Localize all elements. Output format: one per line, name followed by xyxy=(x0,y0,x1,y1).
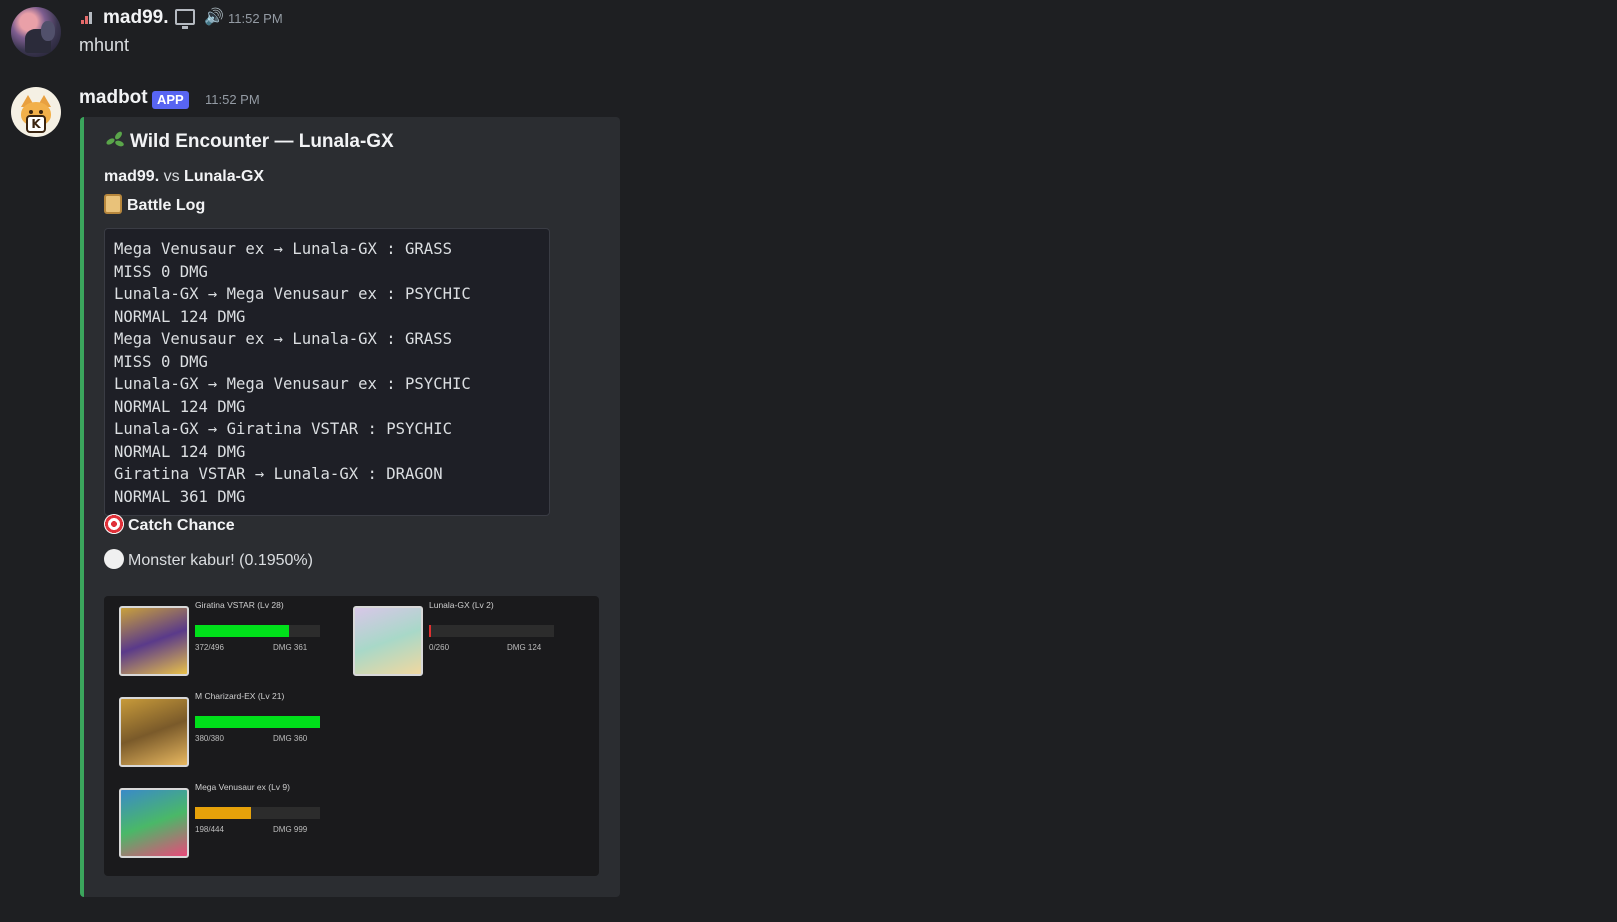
monster-card: Mega Venusaur ex (Lv 9) 198/444 DMG 999 xyxy=(104,778,334,858)
monitor-icon xyxy=(175,9,195,29)
monster-card: M Charizard-EX (Lv 21) 380/380 DMG 360 xyxy=(104,687,334,767)
vs-opponent: Lunala-GX xyxy=(184,168,265,185)
card-art-thumbnail xyxy=(353,606,423,676)
battle-log-heading: Battle Log xyxy=(104,194,205,215)
dmg-value: DMG 361 xyxy=(273,643,308,652)
user-author-name[interactable]: mad99. xyxy=(103,7,168,29)
vs-separator: vs xyxy=(163,168,180,185)
user-message-time[interactable]: 11:52 PM xyxy=(228,11,283,26)
hp-bar xyxy=(195,807,320,819)
battle-log-line: NORMAL 361 DMG xyxy=(114,487,246,506)
card-name: Mega Venusaur ex (Lv 9) xyxy=(195,782,290,792)
hp-bar xyxy=(195,716,320,728)
speaker-icon: 🔊 xyxy=(204,9,224,26)
user-avatar[interactable] xyxy=(11,7,61,57)
embed-title-text: Wild Encounter — Lunala-GX xyxy=(130,131,394,152)
dmg-value: DMG 360 xyxy=(273,734,308,743)
battle-log-line: Lunala-GX → Giratina VSTAR : PSYCHIC xyxy=(114,420,452,438)
battle-log-line: Giratina VSTAR → Lunala-GX : DRAGON xyxy=(114,465,443,483)
monster-card: Giratina VSTAR (Lv 28) 372/496 DMG 361 xyxy=(104,596,334,676)
scroll-icon xyxy=(104,194,122,214)
app-badge: APP xyxy=(152,91,189,109)
card-name: Giratina VSTAR (Lv 28) xyxy=(195,600,284,610)
hp-value: 380/380 xyxy=(195,734,224,743)
battle-log-line: MISS 0 DMG xyxy=(114,262,208,281)
monster-card: Lunala-GX (Lv 2) 0/260 DMG 124 xyxy=(338,596,568,676)
battle-image[interactable]: Giratina VSTAR (Lv 28) 372/496 DMG 361 Luna… xyxy=(104,596,599,876)
catch-result: Monster kabur! (0.1950%) xyxy=(104,549,313,570)
card-art-thumbnail xyxy=(119,788,189,858)
bot-logo-letter: K xyxy=(26,115,46,133)
hp-bar-fill xyxy=(429,625,431,637)
battle-log-codeblock: Mega Venusaur ex → Lunala-GX : GRASS MISS… xyxy=(104,228,550,516)
battle-log-line: Lunala-GX → Mega Venusaur ex : PSYCHIC xyxy=(114,375,471,393)
hp-value: 0/260 xyxy=(429,643,450,652)
hp-value: 372/496 xyxy=(195,643,224,652)
white-circle-icon xyxy=(104,549,124,569)
card-art-thumbnail xyxy=(119,606,189,676)
battle-log-line: Mega Venusaur ex → Lunala-GX : GRASS xyxy=(114,240,452,258)
battle-log-line: Mega Venusaur ex → Lunala-GX : GRASS xyxy=(114,330,452,348)
battle-log-line: NORMAL 124 DMG xyxy=(114,307,246,326)
catch-chance-title: Catch Chance xyxy=(128,517,235,534)
user-message-text: mhunt xyxy=(79,35,130,55)
hp-bar-fill xyxy=(195,716,320,728)
signal-icon xyxy=(81,12,95,24)
bot-avatar[interactable]: K xyxy=(11,87,61,137)
encounter-embed: Wild Encounter — Lunala-GX mad99. vs Lun… xyxy=(80,117,620,897)
hp-bar xyxy=(429,625,554,637)
catch-chance-heading: Catch Chance xyxy=(104,514,235,535)
embed-title: Wild Encounter — Lunala-GX xyxy=(104,130,394,153)
target-icon xyxy=(104,514,124,534)
battle-log-line: NORMAL 124 DMG xyxy=(114,397,246,416)
battle-log-line: MISS 0 DMG xyxy=(114,352,208,371)
catch-result-text: Monster kabur! (0.1950%) xyxy=(128,552,313,569)
battle-log-title: Battle Log xyxy=(127,197,206,214)
dmg-value: DMG 124 xyxy=(507,643,542,652)
card-art-thumbnail xyxy=(119,697,189,767)
herb-icon xyxy=(104,130,126,150)
hp-bar-fill xyxy=(195,625,289,637)
bot-author-name[interactable]: madbot xyxy=(79,87,148,109)
hp-bar-fill xyxy=(195,807,251,819)
bot-message-time[interactable]: 11:52 PM xyxy=(205,92,260,107)
hp-value: 198/444 xyxy=(195,825,224,834)
versus-line: mad99. vs Lunala-GX xyxy=(104,168,264,186)
card-name: Lunala-GX (Lv 2) xyxy=(429,600,494,610)
battle-log-line: NORMAL 124 DMG xyxy=(114,442,246,461)
battle-log-line: Lunala-GX → Mega Venusaur ex : PSYCHIC xyxy=(114,285,471,303)
vs-player: mad99. xyxy=(104,168,160,185)
avatar-figure-head xyxy=(41,21,55,41)
dmg-value: DMG 999 xyxy=(273,825,308,834)
card-name: M Charizard-EX (Lv 21) xyxy=(195,691,285,701)
hp-bar xyxy=(195,625,320,637)
